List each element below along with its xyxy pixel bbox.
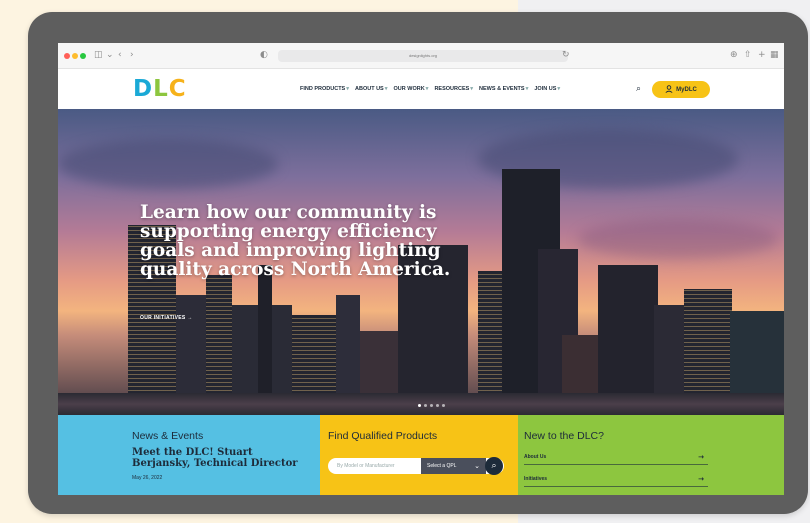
nav-about-us[interactable]: ABOUT US▾ [355,85,388,93]
nav-join-us[interactable]: JOIN US▾ [534,85,560,93]
product-search-input[interactable]: By Model or Manufacturer [328,458,421,474]
about-us-link[interactable]: About Us → [524,451,708,465]
chevron-left-icon[interactable]: ‹ [118,49,122,61]
dlc-logo[interactable]: DLC [133,77,187,101]
sidebar-icon[interactable]: ◫ [94,49,103,61]
plus-icon[interactable]: + [758,49,766,61]
carousel-dot[interactable] [424,404,427,407]
hero-heading: Learn how our community is supporting en… [140,202,451,280]
chevron-down-icon: ⌄ [474,462,480,470]
mydlc-label: MyDLC [676,86,697,93]
mydlc-button[interactable]: MyDLC [652,81,710,98]
close-window-button[interactable] [64,53,70,59]
nav-find-products[interactable]: FIND PRODUCTS▾ [300,85,349,93]
shield-icon[interactable]: ◐ [260,49,268,61]
new-to-dlc-title: New to the DLC? [524,430,604,442]
find-products-title: Find Qualified Products [328,430,438,442]
chevron-right-icon[interactable]: › [130,49,134,61]
download-icon[interactable]: ⊕ [730,49,738,61]
carousel-dot[interactable] [442,404,445,407]
product-search-bar: By Model or Manufacturer Select a QPL ⌄ [328,458,504,474]
search-button[interactable]: ⌕ [485,457,503,475]
user-icon [665,84,673,95]
arrow-right-icon: → [698,475,704,483]
nav-our-work[interactable]: OUR WORK▾ [394,85,429,93]
minimize-window-button[interactable] [72,53,78,59]
carousel-dots [418,404,445,407]
our-initiatives-link[interactable]: OUR INITIATIVES → [140,315,193,321]
hero-banner: Learn how our community is supporting en… [58,109,784,415]
reload-icon[interactable]: ↻ [562,49,570,61]
carousel-dot[interactable] [430,404,433,407]
browser-toolbar: ◫ ⌄ ‹ › ◐ designlights.org ↻ ⊕ ⇧ + ▦ [58,43,784,69]
news-headline-link[interactable]: Meet the DLC! Stuart Berjansky, Technica… [132,447,312,469]
site-header: DLC FIND PRODUCTS▾ ABOUT US▾ OUR WORK▾ R… [58,69,784,109]
arrow-right-icon: → [698,453,704,461]
main-nav: FIND PRODUCTS▾ ABOUT US▾ OUR WORK▾ RESOU… [300,85,560,93]
share-icon[interactable]: ⇧ [744,49,752,61]
browser-window: ◫ ⌄ ‹ › ◐ designlights.org ↻ ⊕ ⇧ + ▦ DLC… [58,43,784,495]
news-date: May 26, 2022 [132,475,163,481]
zoom-window-button[interactable] [80,53,86,59]
address-bar[interactable]: designlights.org [278,50,568,62]
nav-resources[interactable]: RESOURCES▾ [434,85,473,93]
arrow-right-icon: → [187,315,193,321]
qpl-select[interactable]: Select a QPL ⌄ [421,458,486,474]
news-events-title: News & Events [132,430,204,442]
carousel-dot[interactable] [436,404,439,407]
carousel-dot[interactable] [418,404,421,407]
find-products-panel: Find Qualified Products By Model or Manu… [320,415,518,495]
search-icon[interactable]: ⌕ [636,83,641,95]
qpl-select-value: Select a QPL [427,463,457,469]
nav-news-events[interactable]: NEWS & EVENTS▾ [479,85,528,93]
tabs-icon[interactable]: ▦ [770,49,779,61]
chevron-down-icon[interactable]: ⌄ [106,49,114,61]
initiatives-link[interactable]: Initiatives → [524,473,708,487]
news-events-panel: News & Events Meet the DLC! Stuart Berja… [58,415,320,495]
new-to-dlc-panel: New to the DLC? About Us → Initiatives → [518,415,784,495]
